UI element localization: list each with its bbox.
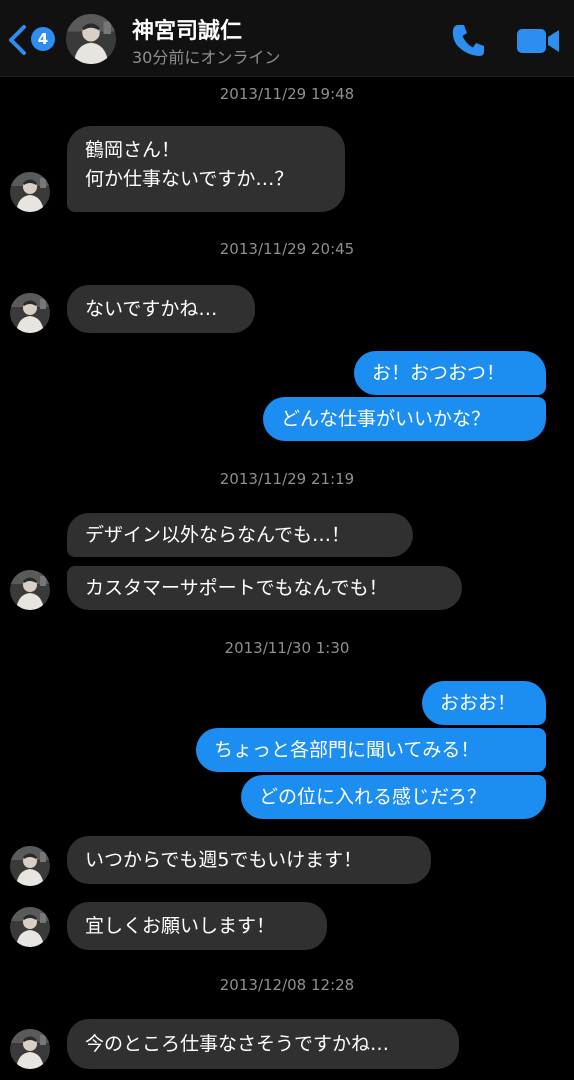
sender-avatar[interactable]: [10, 1029, 50, 1069]
incoming-message[interactable]: ないですかね…: [67, 285, 255, 333]
message-text: 宜しくお願いします！: [85, 914, 276, 937]
chat-header: 4 神宮司誠仁 30分前にオンライン: [0, 0, 574, 77]
message-text: ちょっと各部門に聞いてみる！: [214, 738, 480, 761]
sender-avatar[interactable]: [10, 907, 50, 947]
outgoing-message[interactable]: どんな仕事がいいかな？: [263, 397, 546, 441]
timestamp: 2013/11/29 19:48: [219, 85, 355, 103]
message-text: デザイン以外ならなんでも…！: [85, 523, 351, 546]
message-text: ないですかね…: [85, 297, 218, 320]
incoming-message[interactable]: カスタマーサポートでもなんでも！: [67, 566, 462, 610]
chevron-left-icon: [9, 25, 26, 55]
video-camera-icon: [517, 29, 559, 53]
timestamp: 2013/11/29 20:45: [219, 240, 355, 258]
back-button[interactable]: 4: [6, 22, 56, 56]
online-status: 30分前にオンライン: [132, 48, 281, 67]
incoming-message[interactable]: 宜しくお願いします！: [67, 902, 327, 950]
message-text: 何か仕事ないですか…？: [85, 168, 294, 190]
sender-avatar[interactable]: [10, 293, 50, 333]
phone-icon: [452, 25, 484, 56]
message-text: 鶴岡さん！: [85, 139, 181, 161]
contact-avatar[interactable]: [66, 14, 116, 64]
timestamp: 2013/11/30 1:30: [224, 639, 350, 657]
timestamp: 2013/12/08 12:28: [219, 976, 355, 994]
incoming-message[interactable]: 鶴岡さん！ 何か仕事ないですか…？: [67, 126, 345, 212]
outgoing-message[interactable]: おおお！: [422, 681, 546, 725]
outgoing-message[interactable]: お！おつおつ！: [354, 351, 546, 395]
call-button[interactable]: [450, 22, 488, 58]
incoming-message[interactable]: いつからでも週5でもいけます！: [67, 836, 431, 884]
message-text: どの位に入れる感じだろ？: [259, 785, 486, 808]
message-text: 今のところ仕事なさそうですかね…: [85, 1032, 390, 1055]
timestamp: 2013/11/29 21:19: [219, 470, 355, 488]
message-text: いつからでも週5でもいけます！: [85, 848, 363, 871]
unread-badge: 4: [31, 27, 55, 51]
message-text: お！おつおつ！: [372, 361, 506, 384]
message-text: カスタマーサポートでもなんでも！: [85, 576, 388, 599]
sender-avatar[interactable]: [10, 172, 50, 212]
video-call-button[interactable]: [516, 26, 560, 56]
incoming-message[interactable]: デザイン以外ならなんでも…！: [67, 513, 413, 557]
outgoing-message[interactable]: ちょっと各部門に聞いてみる！: [196, 728, 546, 772]
incoming-message[interactable]: 今のところ仕事なさそうですかね…: [67, 1019, 459, 1069]
sender-avatar[interactable]: [10, 846, 50, 886]
sender-avatar[interactable]: [10, 570, 50, 610]
message-text: どんな仕事がいいかな？: [281, 407, 491, 430]
message-text: おおお！: [440, 691, 517, 714]
contact-name[interactable]: 神宮司誠仁: [132, 13, 242, 45]
outgoing-message[interactable]: どの位に入れる感じだろ？: [241, 775, 546, 819]
